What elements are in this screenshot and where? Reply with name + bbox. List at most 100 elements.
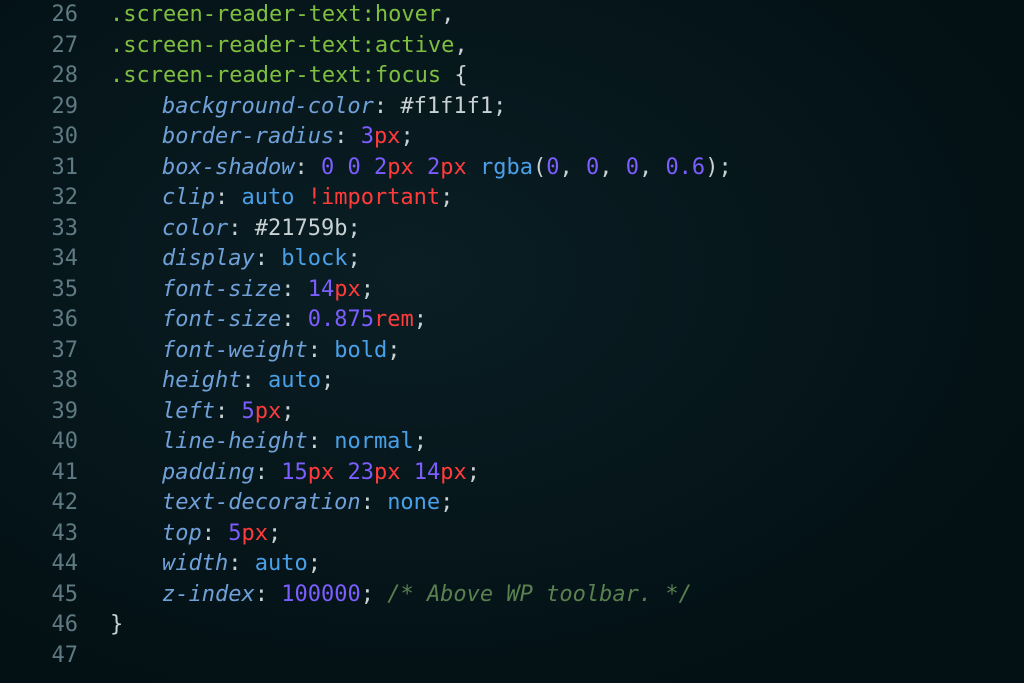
code-line[interactable]: top: 5px; — [110, 519, 732, 550]
code-line[interactable] — [110, 641, 732, 672]
code-line[interactable]: .screen-reader-text:active, — [110, 31, 732, 62]
token-num: 0 — [321, 155, 334, 180]
code-line[interactable]: box-shadow: 0 0 2px 2px rgba(0, 0, 0, 0.… — [110, 153, 732, 184]
code-line[interactable]: text-decoration: none; — [110, 488, 732, 519]
token-punc: : — [241, 368, 268, 393]
token-prop: width — [162, 551, 228, 576]
line-number: 42 — [0, 488, 96, 519]
token-punc: ; — [414, 429, 427, 454]
token-num: 0 — [626, 155, 639, 180]
token-prop: font-size — [162, 307, 281, 332]
token-val: bold — [334, 338, 387, 363]
token-comm: /* Above WP toolbar. */ — [387, 582, 692, 607]
token-punc: ; — [467, 460, 480, 485]
line-number: 45 — [0, 580, 96, 611]
token-punc: { — [441, 63, 468, 88]
token-punc: ; — [268, 521, 281, 546]
token-punc: ; — [308, 551, 321, 576]
code-line[interactable]: z-index: 100000; /* Above WP toolbar. */ — [110, 580, 732, 611]
token-num: 2 — [427, 155, 440, 180]
token-punc — [294, 185, 307, 210]
token-punc: ) — [705, 155, 718, 180]
token-num: 5 — [241, 399, 254, 424]
token-punc: : — [255, 246, 282, 271]
token-fn: rgba — [480, 155, 533, 180]
token-punc: ; — [361, 582, 388, 607]
code-line[interactable]: color: #21759b; — [110, 214, 732, 245]
token-num: 0.6 — [665, 155, 705, 180]
token-punc: : — [308, 429, 335, 454]
token-punc — [467, 155, 480, 180]
token-val: none — [387, 490, 440, 515]
code-area[interactable]: .screen-reader-text:hover,.screen-reader… — [110, 0, 732, 671]
token-punc: : — [294, 155, 321, 180]
token-val: block — [281, 246, 347, 271]
code-line[interactable]: clip: auto !important; — [110, 183, 732, 214]
token-num: 0 — [347, 155, 360, 180]
code-line[interactable]: border-radius: 3px; — [110, 122, 732, 153]
line-number: 44 — [0, 549, 96, 580]
token-hex: #f1f1f1 — [400, 94, 493, 119]
token-prop: display — [162, 246, 255, 271]
line-number: 27 — [0, 31, 96, 62]
code-line[interactable]: .screen-reader-text:hover, — [110, 0, 732, 31]
line-number: 39 — [0, 397, 96, 428]
token-prop: line-height — [162, 429, 308, 454]
code-line[interactable]: } — [110, 610, 732, 641]
token-imp: !important — [308, 185, 440, 210]
token-punc: , — [559, 155, 586, 180]
token-num: 5 — [228, 521, 241, 546]
code-line[interactable]: left: 5px; — [110, 397, 732, 428]
token-punc — [400, 460, 413, 485]
token-unit: px — [440, 155, 467, 180]
token-num: 23 — [347, 460, 374, 485]
line-number: 29 — [0, 92, 96, 123]
token-punc: ; — [400, 124, 413, 149]
token-prop: z-index — [162, 582, 255, 607]
token-num: 0.875 — [308, 307, 374, 332]
token-punc: , — [639, 155, 666, 180]
token-prop: left — [162, 399, 215, 424]
token-prop: padding — [162, 460, 255, 485]
code-line[interactable]: display: block; — [110, 244, 732, 275]
token-num: 14 — [308, 277, 335, 302]
token-prop: font-weight — [162, 338, 308, 363]
token-unit: px — [255, 399, 282, 424]
code-line[interactable]: padding: 15px 23px 14px; — [110, 458, 732, 489]
token-unit: px — [387, 155, 414, 180]
token-punc: ; — [321, 368, 334, 393]
token-sel: .screen-reader-text:focus — [110, 63, 441, 88]
token-punc: : — [202, 521, 229, 546]
token-punc: : — [255, 582, 282, 607]
token-punc: ; — [440, 185, 453, 210]
line-number: 28 — [0, 61, 96, 92]
code-line[interactable]: .screen-reader-text:focus { — [110, 61, 732, 92]
code-editor[interactable]: 2627282930313233343536373839404142434445… — [0, 0, 1024, 683]
line-number: 30 — [0, 122, 96, 153]
code-line[interactable]: font-size: 14px; — [110, 275, 732, 306]
token-punc — [334, 155, 347, 180]
token-punc: , — [454, 33, 467, 58]
token-num: 100000 — [281, 582, 360, 607]
token-punc: ; — [718, 155, 731, 180]
token-num: 0 — [586, 155, 599, 180]
token-punc: : — [334, 124, 361, 149]
code-line[interactable]: line-height: normal; — [110, 427, 732, 458]
token-sel: .screen-reader-text:active — [110, 33, 454, 58]
code-line[interactable]: font-weight: bold; — [110, 336, 732, 367]
code-line[interactable]: height: auto; — [110, 366, 732, 397]
code-line[interactable]: width: auto; — [110, 549, 732, 580]
line-number: 36 — [0, 305, 96, 336]
token-prop: background-color — [162, 94, 374, 119]
line-number: 26 — [0, 0, 96, 31]
token-prop: top — [162, 521, 202, 546]
token-punc: : — [281, 277, 308, 302]
token-unit: px — [440, 460, 467, 485]
line-number: 31 — [0, 153, 96, 184]
code-line[interactable]: background-color: #f1f1f1; — [110, 92, 732, 123]
code-line[interactable]: font-size: 0.875rem; — [110, 305, 732, 336]
line-number: 43 — [0, 519, 96, 550]
line-number: 38 — [0, 366, 96, 397]
token-unit: px — [308, 460, 335, 485]
token-punc: : — [374, 94, 401, 119]
